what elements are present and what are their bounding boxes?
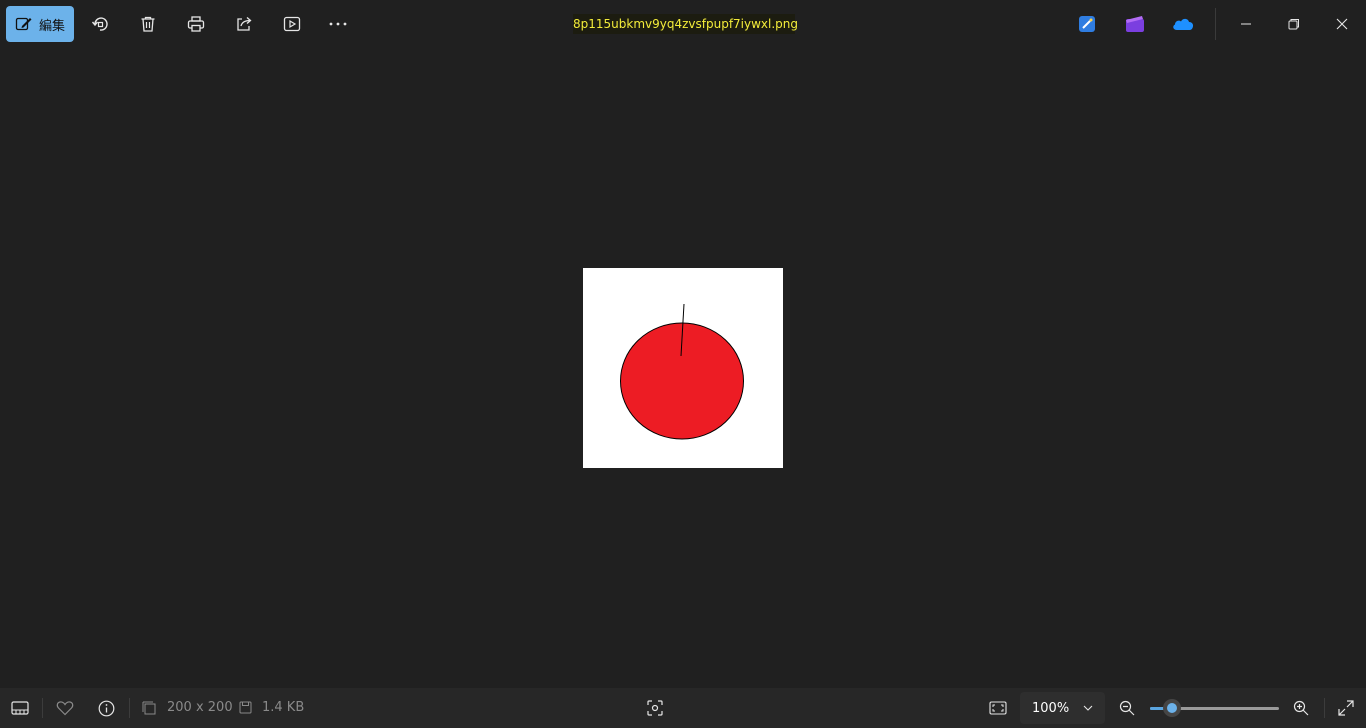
status-divider xyxy=(129,698,130,718)
info-icon xyxy=(98,700,115,717)
minimize-icon xyxy=(1240,18,1252,30)
zoom-level-value: 100% xyxy=(1032,700,1070,716)
zoom-out-button[interactable] xyxy=(1117,696,1137,720)
print-icon xyxy=(187,15,205,33)
zoom-in-icon xyxy=(1293,700,1309,716)
expand-icon xyxy=(1338,700,1354,716)
filmstrip-button[interactable] xyxy=(9,696,31,720)
onedrive-button[interactable] xyxy=(1165,6,1201,42)
zoom-in-button[interactable] xyxy=(1291,696,1311,720)
edit-icon xyxy=(15,15,33,33)
file-size: 1.4 KB xyxy=(262,700,305,715)
share-button[interactable] xyxy=(226,6,262,42)
restore-button[interactable] xyxy=(1276,6,1312,42)
zoom-slider[interactable] xyxy=(1150,699,1279,717)
status-divider xyxy=(42,698,43,718)
clipchamp-icon xyxy=(1126,16,1144,32)
edit-button-label: 編集 xyxy=(39,18,66,34)
more-button[interactable] xyxy=(320,6,356,42)
share-icon xyxy=(235,15,253,33)
rotate-icon xyxy=(91,15,109,33)
more-icon xyxy=(328,21,348,27)
designer-icon xyxy=(1079,16,1095,32)
slideshow-icon xyxy=(283,15,301,33)
save-disk-icon xyxy=(239,701,252,714)
zoom-slider-thumb[interactable] xyxy=(1163,699,1181,717)
clipchamp-button[interactable] xyxy=(1117,6,1153,42)
fit-to-window-button[interactable] xyxy=(987,696,1009,720)
scan-icon xyxy=(647,700,663,716)
visual-search-button[interactable] xyxy=(645,696,665,720)
zoom-out-icon xyxy=(1119,700,1135,716)
rotate-button[interactable] xyxy=(82,6,118,42)
favorite-button[interactable] xyxy=(55,696,75,720)
close-icon xyxy=(1336,18,1348,30)
heart-icon xyxy=(56,700,74,716)
fullscreen-button[interactable] xyxy=(1336,696,1356,720)
print-button[interactable] xyxy=(178,6,214,42)
dimensions-icon xyxy=(142,701,156,715)
onedrive-icon xyxy=(1172,17,1194,31)
window-controls-divider xyxy=(1215,8,1216,40)
fit-screen-icon xyxy=(989,701,1007,715)
slideshow-button[interactable] xyxy=(274,6,310,42)
designer-button[interactable] xyxy=(1069,6,1105,42)
delete-icon xyxy=(139,15,157,33)
displayed-image[interactable] xyxy=(583,268,783,468)
image-viewer[interactable] xyxy=(0,48,1366,688)
chevron-down-icon xyxy=(1083,705,1093,711)
file-info-button[interactable] xyxy=(96,696,116,720)
delete-button[interactable] xyxy=(130,6,166,42)
image-dimensions: 200 x 200 xyxy=(167,700,233,715)
title-bar: 編集 8p115ubkmv9yq4zvsfpupf7iywxl.png xyxy=(0,0,1366,48)
file-name: 8p115ubkmv9yq4zvsfpupf7iywxl.png xyxy=(573,14,798,34)
filmstrip-icon xyxy=(11,700,29,716)
edit-button[interactable]: 編集 xyxy=(6,6,74,42)
restore-icon xyxy=(1288,18,1300,30)
zoom-level-dropdown[interactable]: 100% xyxy=(1020,692,1105,724)
close-button[interactable] xyxy=(1324,6,1360,42)
minimize-button[interactable] xyxy=(1228,6,1264,42)
status-divider xyxy=(1324,698,1325,718)
